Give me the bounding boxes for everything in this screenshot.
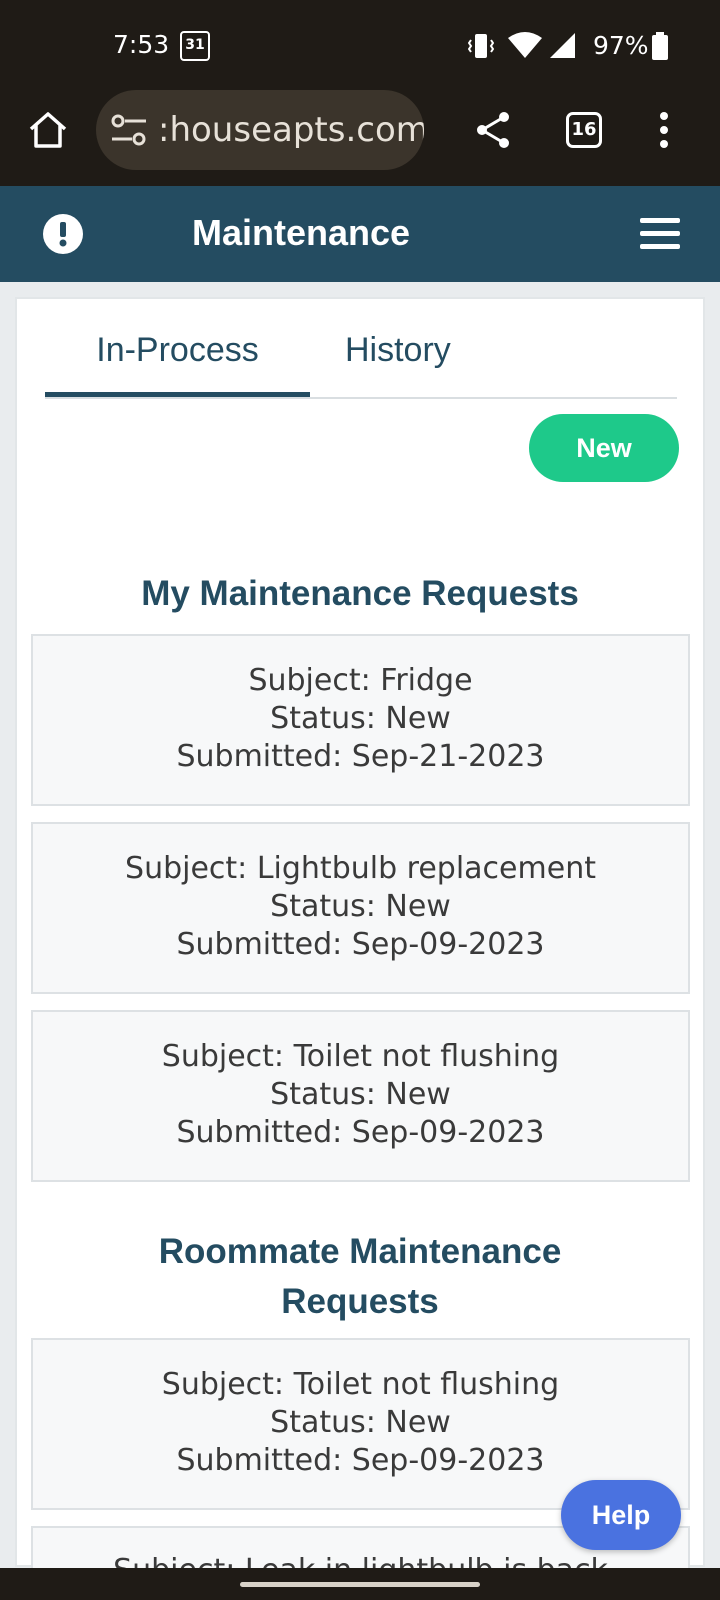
request-subject: Subject: Fridge — [248, 663, 473, 698]
request-submitted: Submitted: Sep-09-2023 — [176, 927, 545, 962]
status-time: 7:53 — [113, 30, 170, 59]
request-card[interactable]: Subject: Lightbulb replacement Status: N… — [31, 822, 690, 994]
request-status: Status: New — [270, 1077, 451, 1112]
gesture-handle[interactable] — [240, 1582, 480, 1587]
tab-in-process[interactable]: In-Process — [45, 331, 310, 397]
roommate-requests-title: Roommate Maintenance Requests — [158, 1232, 562, 1321]
browser-toolbar: :houseapts.com 16 — [0, 90, 720, 186]
tab-bar: In-Process History — [45, 321, 677, 399]
hamburger-menu-icon[interactable] — [640, 216, 680, 252]
app-header: Maintenance — [0, 186, 720, 282]
request-status: Status: New — [270, 889, 451, 924]
new-request-button[interactable]: New — [529, 414, 679, 482]
request-subject: Subject: Toilet not flushing — [161, 1039, 560, 1074]
tab-history[interactable]: History — [345, 331, 451, 370]
system-nav-bar — [0, 1568, 720, 1600]
tab-switcher-button[interactable]: 16 — [566, 112, 602, 148]
help-button[interactable]: Help — [561, 1480, 681, 1550]
wifi-icon — [508, 32, 542, 58]
vibrate-icon — [468, 34, 494, 58]
url-text: :houseapts.com — [158, 110, 424, 150]
share-icon[interactable] — [474, 110, 512, 150]
request-subject: Subject: Lightbulb replacement — [125, 851, 596, 886]
battery-icon — [652, 32, 668, 60]
calendar-icon: 31 — [180, 31, 210, 61]
site-settings-icon[interactable] — [110, 112, 148, 148]
maintenance-card: In-Process History New My Maintenance Re… — [15, 297, 705, 1588]
request-subject: Subject: Toilet not flushing — [161, 1367, 560, 1402]
request-submitted: Submitted: Sep-09-2023 — [176, 1443, 545, 1478]
page-title: Maintenance — [191, 212, 411, 253]
request-card[interactable]: Subject: Fridge Status: New Submitted: S… — [31, 634, 690, 806]
battery-percent: 97% — [593, 31, 649, 60]
request-submitted: Submitted: Sep-09-2023 — [176, 1115, 545, 1150]
my-requests-title: My Maintenance Requests — [141, 574, 579, 613]
request-submitted: Submitted: Sep-21-2023 — [176, 739, 545, 774]
home-icon[interactable] — [26, 108, 70, 152]
address-bar[interactable]: :houseapts.com — [96, 90, 424, 170]
signal-icon — [550, 33, 575, 58]
status-bar: 7:53 31 97% — [0, 0, 720, 90]
request-status: Status: New — [270, 1405, 451, 1440]
request-status: Status: New — [270, 701, 451, 736]
more-options-icon[interactable] — [650, 108, 678, 152]
request-card[interactable]: Subject: Toilet not flushing Status: New… — [31, 1010, 690, 1182]
